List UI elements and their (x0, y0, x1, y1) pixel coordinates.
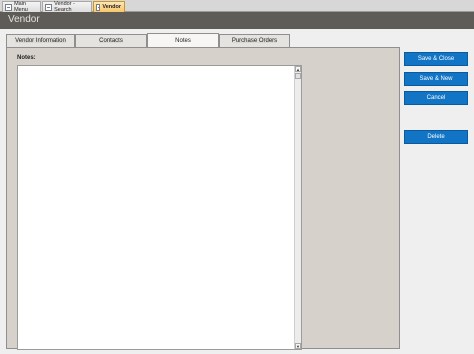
scroll-up-arrow-icon[interactable]: ▲ (295, 66, 301, 72)
notes-label: Notes: (17, 55, 36, 61)
tab-label: Notes (175, 37, 191, 44)
form-title: Vendor (8, 14, 40, 25)
tab-label: Purchase Orders (231, 38, 278, 44)
save-new-button[interactable]: Save & New (404, 72, 468, 86)
form-icon (96, 3, 101, 11)
tab-notes[interactable]: Notes (147, 33, 219, 47)
scroll-down-arrow-icon[interactable]: ▼ (295, 343, 301, 349)
tab-purchase-orders[interactable]: Purchase Orders (219, 34, 290, 47)
cancel-button[interactable]: Cancel (404, 91, 468, 105)
tab-contacts[interactable]: Contacts (75, 34, 147, 47)
save-close-button[interactable]: Save & Close (404, 52, 468, 66)
tab-label: Contacts (99, 38, 123, 44)
form-header: Vendor (0, 12, 474, 29)
tab-label: Vendor Information (15, 38, 66, 44)
delete-button[interactable]: Delete (404, 130, 468, 144)
notes-scrollbar[interactable]: ▲ ▼ (294, 66, 301, 349)
doc-tab-vendor-search[interactable]: Vendor - Search (42, 1, 92, 13)
document-tab-strip: Main Menu Vendor - Search Vendor (0, 0, 474, 13)
doc-tab-vendor[interactable]: Vendor (93, 1, 125, 12)
notes-textarea[interactable]: ▲ ▼ (17, 65, 302, 350)
doc-tab-label: Vendor (102, 4, 121, 10)
notes-tab-panel: Notes: ▲ ▼ (6, 47, 400, 350)
form-icon (5, 3, 13, 11)
tab-vendor-information[interactable]: Vendor Information (6, 34, 75, 47)
scroll-thumb[interactable] (295, 73, 301, 79)
form-icon (45, 3, 53, 11)
doc-tab-main-menu[interactable]: Main Menu (2, 1, 41, 13)
